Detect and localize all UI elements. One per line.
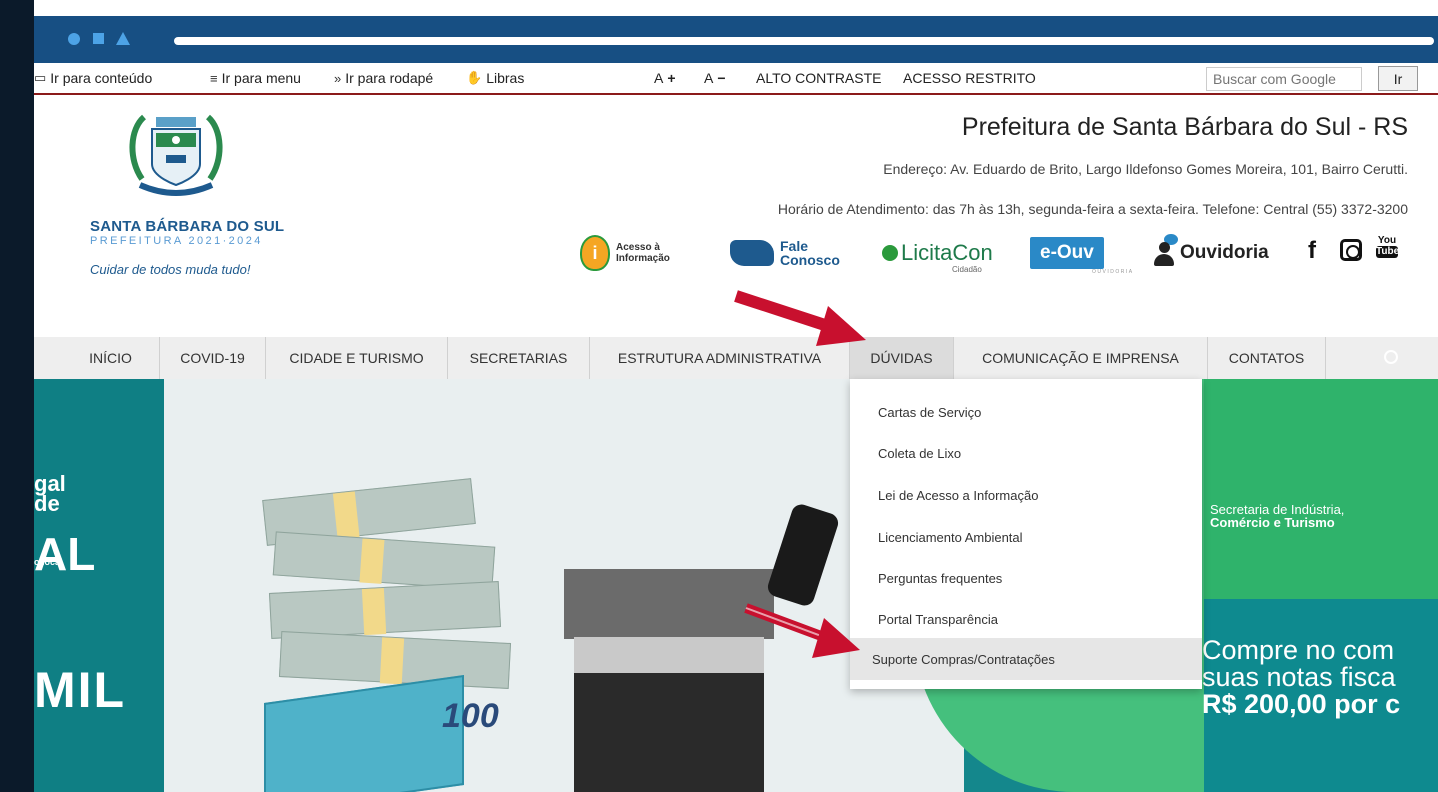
window-triangle-icon[interactable] (116, 32, 130, 45)
search-submit-button[interactable]: Ir (1378, 66, 1418, 91)
menu-item-lei-de-acesso[interactable]: Lei de Acesso a Informação (850, 474, 1202, 516)
municipal-crest-logo[interactable] (122, 109, 230, 199)
banner-left-panel (34, 379, 164, 792)
logo-slogan: Cuidar de todos muda tudo! (90, 262, 251, 277)
ouvidoria-link[interactable]: Ouvidoria (1152, 233, 1269, 273)
font-decrease-button[interactable]: A − (704, 70, 726, 86)
window-square-icon[interactable] (93, 33, 104, 44)
banner-left-big-text: AL (34, 528, 96, 580)
frame-left (0, 0, 34, 792)
double-chevron-down-icon: » (334, 70, 342, 86)
browser-titlebar (34, 16, 1438, 63)
opening-hours-text: Horário de Atendimento: das 7h às 13h, s… (777, 201, 1408, 217)
logo-subtitle: PREFEITURA 2021·2024 (90, 235, 263, 247)
banner-left-text: gal de (34, 471, 66, 516)
nav-item-cidade-turismo[interactable]: CIDADE E TURISMO (266, 337, 448, 379)
licitacon-link[interactable]: LicitaCon Cidadão (882, 233, 993, 274)
menu-item-suporte-compras[interactable]: Suporte Compras/Contratações (850, 638, 1202, 680)
contact-us-link[interactable]: Fale Conosco (730, 233, 840, 273)
libras-link[interactable]: ✋ Libras (466, 70, 524, 86)
skip-to-footer-link[interactable]: » Ir para rodapé (334, 70, 433, 86)
menu-item-licenciamento-ambiental[interactable]: Licenciamento Ambiental (850, 516, 1202, 558)
stove-panel-image (574, 637, 764, 673)
frame-top (0, 0, 1438, 16)
menu-item-coleta-de-lixo[interactable]: Coleta de Lixo (850, 432, 1202, 474)
facebook-icon[interactable]: f (1308, 237, 1316, 265)
ombudsman-person-icon (1152, 234, 1178, 266)
annotation-arrow-icon (744, 603, 860, 658)
accessibility-bar: ▭ Ir para conteúdo ≡ Ir para menu » Ir p… (34, 63, 1438, 95)
instagram-icon[interactable] (1340, 239, 1362, 261)
menu-icon: ≡ (210, 70, 218, 86)
hand-icon: ✋ (466, 70, 483, 85)
secretaria-logo-text: Secretaria de Indústria, Comércio e Turi… (1210, 502, 1345, 530)
page-title: Prefeitura de Santa Bárbara do Sul - RS (961, 113, 1408, 141)
licitacon-icon (882, 245, 898, 261)
banner-promo-text: Compre no com suas notas fisca R$ 200,00… (1202, 635, 1401, 719)
folder-icon: ▭ (34, 70, 47, 85)
high-contrast-link[interactable]: ALTO CONTRASTE (756, 70, 882, 86)
search-icon[interactable] (1384, 350, 1398, 364)
banner-left-small-text: o local (34, 557, 63, 567)
logo-name: SANTA BÁRBARA DO SUL (90, 218, 285, 235)
window-circle-icon[interactable] (68, 33, 80, 45)
skip-to-content-link[interactable]: ▭ Ir para conteúdo (34, 70, 152, 86)
restricted-access-link[interactable]: ACESSO RESTRITO (903, 70, 1036, 86)
address-bar[interactable] (174, 37, 1434, 45)
banknote-value: 100 (442, 697, 499, 735)
plus-icon: + (667, 70, 676, 86)
minus-icon: − (717, 70, 726, 86)
menu-item-cartas-de-servico[interactable]: Cartas de Serviço (850, 391, 1202, 433)
skip-to-menu-link[interactable]: ≡ Ir para menu (210, 70, 301, 86)
e-ouv-link[interactable]: e-Ouv OUVIDORIA (1030, 233, 1132, 275)
nav-item-covid[interactable]: COVID-19 (160, 337, 266, 379)
font-increase-button[interactable]: A + (654, 70, 676, 86)
info-icon: i (580, 235, 610, 271)
duvidas-dropdown-menu: Cartas de Serviço Coleta de Lixo Lei de … (850, 379, 1202, 689)
hero-banner[interactable]: gal de AL o local MIL 100 Secretaria de … (34, 379, 1438, 792)
access-to-information-link[interactable]: i Acesso à Informação (580, 233, 670, 273)
banner-green-panel (1204, 379, 1438, 599)
menu-item-portal-transparencia[interactable]: Portal Transparência (850, 598, 1202, 640)
address-text: Endereço: Av. Eduardo de Brito, Largo Il… (883, 161, 1408, 177)
annotation-arrow-icon (734, 290, 866, 346)
nav-item-comunicacao-imprensa[interactable]: COMUNICAÇÃO E IMPRENSA (954, 337, 1208, 379)
nav-item-inicio[interactable]: INÍCIO (62, 337, 160, 379)
chat-bubble-icon (730, 240, 774, 266)
menu-item-perguntas-frequentes[interactable]: Perguntas frequentes (850, 557, 1202, 599)
banner-mil-text: MIL (34, 662, 127, 718)
google-search-input[interactable] (1206, 67, 1362, 91)
youtube-icon[interactable]: You Tube (1376, 236, 1399, 258)
nav-item-contatos[interactable]: CONTATOS (1208, 337, 1326, 379)
nav-item-secretarias[interactable]: SECRETARIAS (448, 337, 590, 379)
